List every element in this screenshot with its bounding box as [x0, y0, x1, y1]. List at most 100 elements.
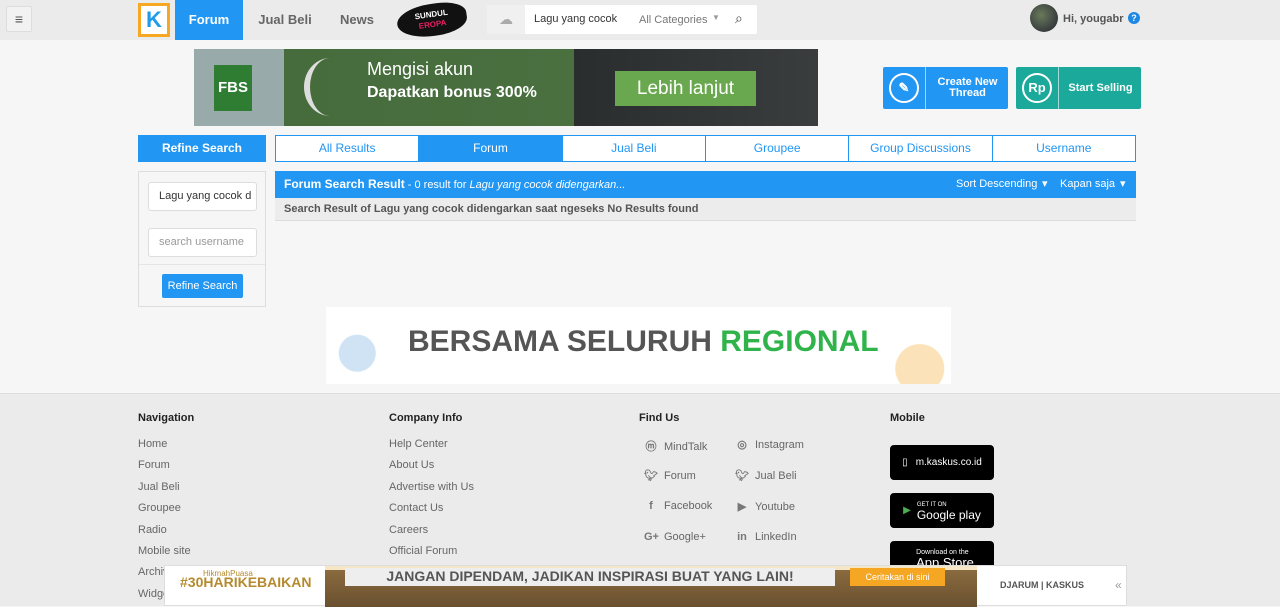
play-icon: ▶: [903, 505, 911, 516]
bottom-sticky-ad[interactable]: HikmahPuasa #30HARIKEBAIKAN JANGAN DIPEN…: [164, 565, 1127, 607]
footer-link-help-center[interactable]: Help Center: [389, 438, 448, 450]
link-label: Jual Beli: [755, 470, 797, 482]
mindtalk-icon: ⓜ: [645, 441, 657, 453]
footer-link-mobile-site[interactable]: Mobile site: [138, 545, 191, 557]
footer-link-radio[interactable]: Radio: [138, 524, 167, 536]
time-dropdown[interactable]: Kapan saja: [1060, 171, 1115, 198]
link-label: Forum: [664, 470, 696, 482]
footer-link-about-us[interactable]: About Us: [389, 459, 434, 471]
footer-link-careers[interactable]: Careers: [389, 524, 428, 536]
tab-group-discussions[interactable]: Group Discussions: [849, 136, 993, 161]
sort-dropdown[interactable]: Sort Descending: [956, 171, 1037, 198]
sort-caret-icon[interactable]: ▾: [1042, 171, 1048, 198]
link-label: Instagram: [755, 439, 804, 451]
footer-findus-title: Find Us: [639, 412, 680, 424]
ad-line-1: Mengisi akun: [367, 59, 474, 79]
tab-all-results[interactable]: All Results: [276, 136, 420, 161]
nav-forum[interactable]: Forum: [175, 0, 243, 40]
phone-icon: ▯: [902, 457, 908, 468]
ad-banner-area: JANGAN DIPENDAM, JADIKAN INSPIRASI BUAT …: [325, 566, 977, 607]
badge-label: m.kaskus.co.id: [915, 457, 982, 468]
footer-link-advertise[interactable]: Advertise with Us: [389, 481, 474, 493]
crescent-icon: [304, 58, 356, 116]
refine-panel: Lagu yang cocok d search username Refine…: [138, 171, 266, 307]
results-title: Forum Search Result: [284, 177, 405, 191]
ad-cta[interactable]: Ceritakan di sini: [850, 568, 945, 586]
footer-mobile-title: Mobile: [890, 412, 925, 424]
caret-down-icon[interactable]: ▼: [712, 13, 720, 22]
ad-text: BERSAMA SELURUH: [408, 325, 721, 358]
refine-search-button[interactable]: Refine Search: [162, 274, 243, 298]
mobile-site-badge[interactable]: ▯ m.kaskus.co.id: [890, 445, 994, 480]
create-new-thread-button[interactable]: ✎ Create New Thread: [883, 67, 1008, 109]
search-input[interactable]: Lagu yang cocok d: [534, 13, 619, 25]
footer-link-twitter-forum[interactable]: 🐦︎ Forum: [644, 469, 696, 482]
ad-hashtag: #30HARIKEBAIKAN: [180, 574, 312, 590]
results-count: - 0 result for: [404, 179, 470, 191]
tab-username[interactable]: Username: [993, 136, 1135, 161]
collapse-ad-icon[interactable]: «: [1115, 578, 1122, 592]
google-plus-icon: G+: [644, 531, 659, 543]
tab-groupee[interactable]: Groupee: [706, 136, 850, 161]
avatar[interactable]: [1030, 4, 1058, 32]
footer-link-forum[interactable]: Forum: [138, 459, 170, 471]
footer-link-facebook[interactable]: f Facebook: [644, 500, 712, 512]
footer-link-linkedin[interactable]: in LinkedIn: [735, 531, 797, 543]
footer-link-mindtalk[interactable]: ⓜ MindTalk: [644, 438, 708, 454]
results-header: Forum Search Result - 0 result for Lagu …: [275, 171, 1136, 198]
start-selling-button[interactable]: Rp Start Selling: [1016, 67, 1141, 109]
facebook-icon: f: [649, 500, 653, 512]
nav-jual-beli[interactable]: Jual Beli: [250, 0, 320, 40]
username-input[interactable]: search username: [148, 228, 257, 257]
footer-link-home[interactable]: Home: [138, 438, 167, 450]
footer-link-groupee[interactable]: Groupee: [138, 502, 181, 514]
link-label: Google+: [664, 531, 706, 543]
ad-banner-text: JANGAN DIPENDAM, JADIKAN INSPIRASI BUAT …: [345, 568, 835, 586]
button-label: Create New Thread: [937, 76, 998, 99]
footer-link-official-forum[interactable]: Official Forum: [389, 545, 457, 557]
youtube-icon: ▶: [737, 501, 747, 513]
refine-search-title: Refine Search: [138, 135, 266, 162]
nav-news[interactable]: News: [330, 0, 384, 40]
footer-link-twitter-jual-beli[interactable]: 🐦︎ Jual Beli: [735, 469, 797, 482]
user-greeting[interactable]: Hi, yougabr: [1063, 13, 1124, 25]
footer-link-instagram[interactable]: ◎ Instagram: [735, 438, 804, 451]
regional-banner-ad[interactable]: BERSAMA SELURUH REGIONAL: [326, 307, 951, 384]
time-caret-icon[interactable]: ▾: [1120, 171, 1126, 198]
footer-link-jual-beli[interactable]: Jual Beli: [138, 481, 180, 493]
footer-nav-title: Navigation: [138, 412, 195, 424]
instagram-icon: ◎: [737, 439, 747, 451]
fbs-banner-ad[interactable]: FBS Mengisi akun Dapatkan bonus 300% Leb…: [194, 49, 818, 126]
no-results-message: Search Result of Lagu yang cocok didenga…: [275, 198, 1136, 221]
link-label: Facebook: [664, 500, 713, 512]
query-input[interactable]: Lagu yang cocok d: [148, 182, 257, 211]
link-label: MindTalk: [664, 441, 708, 453]
footer-link-contact-us[interactable]: Contact Us: [389, 502, 443, 514]
google-play-badge[interactable]: ▶ GET IT ON Google play: [890, 493, 994, 528]
search-icon[interactable]: ⌕: [735, 10, 743, 27]
rupiah-icon: Rp: [1022, 73, 1052, 103]
kaskus-logo[interactable]: K: [138, 3, 170, 37]
link-label: LinkedIn: [755, 531, 797, 543]
twitter-icon: 🐦︎: [735, 470, 749, 482]
cloud-icon[interactable]: ☁: [487, 5, 525, 34]
help-icon[interactable]: ?: [1128, 12, 1140, 24]
button-label: Start Selling: [1068, 81, 1133, 94]
badge-label: Google play: [916, 507, 981, 522]
hamburger-menu-button[interactable]: ≡: [6, 6, 32, 32]
footer-link-google-plus[interactable]: G+ Google+: [644, 531, 706, 543]
twitter-icon: 🐦︎: [644, 470, 658, 482]
category-select[interactable]: All Categories: [639, 14, 707, 26]
linkedin-icon: in: [737, 531, 747, 543]
tab-forum[interactable]: Forum: [419, 136, 563, 161]
tab-jual-beli[interactable]: Jual Beli: [563, 136, 706, 161]
search-bar: ☁ Lagu yang cocok d All Categories ▼ ⌕: [487, 5, 757, 34]
link-label: Youtube: [755, 501, 795, 513]
djarum-kaskus-logo: DJARUM | KASKUS: [1000, 580, 1085, 590]
footer-link-youtube[interactable]: ▶ Youtube: [735, 500, 795, 513]
ad-line-2: Dapatkan bonus 300%: [367, 84, 537, 101]
divider: [139, 264, 265, 265]
pencil-icon: ✎: [889, 73, 919, 103]
ad-text-green: REGIONAL: [720, 325, 879, 358]
ad-cta-button[interactable]: Lebih lanjut: [615, 71, 756, 106]
